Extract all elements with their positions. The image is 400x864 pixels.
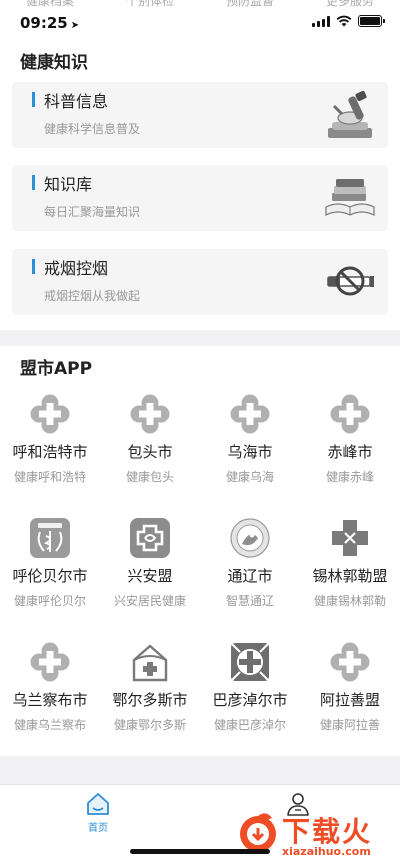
app-wuhai[interactable]: 乌海市 健康乌海 xyxy=(200,394,300,512)
card-subtitle: 戒烟控烟从我做起 xyxy=(44,289,141,303)
tab-home[interactable]: 首页 xyxy=(68,791,128,835)
app-subtitle: 健康阿拉善 xyxy=(319,718,380,732)
app-bayannur[interactable]: 巴彦淖尔市 健康巴彦淖尔 xyxy=(200,642,300,760)
ordos-house-icon xyxy=(132,644,168,682)
health-cross-icon xyxy=(330,394,370,434)
app-name: 包头市 xyxy=(127,443,173,461)
top-tab[interactable]: 更多服务 xyxy=(326,0,374,9)
accent-bar xyxy=(32,175,35,190)
app-xilingol[interactable]: 锡林郭勒盟 健康锡林郭勒 xyxy=(300,518,400,636)
app-subtitle: 健康呼伦贝尔 xyxy=(13,594,86,608)
card-title: 科普信息 xyxy=(44,92,109,111)
app-ulanqab[interactable]: 乌兰察布市 健康乌兰察布 xyxy=(0,642,100,760)
section-title: 健康知识 xyxy=(20,53,88,73)
watermark-text: 下载火 xyxy=(282,815,373,848)
bayannur-logo-icon xyxy=(230,642,270,682)
microscope-icon xyxy=(328,90,372,138)
app-subtitle: 健康乌兰察布 xyxy=(13,718,86,732)
top-tab[interactable]: 健康档案 xyxy=(26,0,74,9)
app-baotou[interactable]: 包头市 健康包头 xyxy=(100,394,200,512)
home-indicator xyxy=(130,849,270,854)
health-cross-icon xyxy=(230,394,270,434)
status-time: 09:25 ➤ xyxy=(20,14,80,32)
xingan-logo-icon xyxy=(130,518,170,558)
app-subtitle: 健康锡林郭勒 xyxy=(313,594,386,608)
card-title: 知识库 xyxy=(44,175,93,194)
battery-icon xyxy=(358,15,385,27)
app-name: 兴安盟 xyxy=(127,567,173,585)
system-icons xyxy=(312,15,385,27)
card-title: 戒烟控烟 xyxy=(44,259,109,278)
health-cross-icon xyxy=(30,642,70,682)
app-name: 锡林郭勒盟 xyxy=(312,567,388,585)
app-name: 乌海市 xyxy=(227,443,273,461)
card-science-info[interactable]: 科普信息 健康科学信息普及 xyxy=(12,82,388,148)
app-name: 鄂尔多斯市 xyxy=(112,691,188,709)
card-subtitle: 健康科学信息普及 xyxy=(44,122,141,136)
card-subtitle: 每日汇聚海量知识 xyxy=(44,205,141,219)
home-icon xyxy=(87,793,109,815)
books-icon xyxy=(325,179,375,216)
flame-logo-icon xyxy=(240,813,276,852)
app-subtitle: 健康鄂尔多斯 xyxy=(113,718,186,732)
app-subtitle: 健康巴彦淖尔 xyxy=(213,718,286,732)
app-subtitle: 健康包头 xyxy=(125,470,174,484)
app-name: 呼和浩特市 xyxy=(12,443,88,461)
app-name: 巴彦淖尔市 xyxy=(212,691,288,709)
status-bar: 健康档案 个别体检 预防监督 更多服务 09:25 ➤ xyxy=(0,0,400,44)
app-subtitle: 健康呼和浩特 xyxy=(13,470,86,484)
card-knowledge-base[interactable]: 知识库 每日汇聚海量知识 xyxy=(12,165,388,231)
health-knowledge-section: 健康知识 科普信息 健康科学信息普及 知识库 每日汇聚海量知识 戒烟控烟 戒烟控… xyxy=(0,44,400,330)
accent-bar xyxy=(32,92,35,107)
wifi-icon xyxy=(336,15,352,27)
health-cross-icon xyxy=(30,394,70,434)
app-name: 乌兰察布市 xyxy=(12,691,88,709)
app-hulunbuir[interactable]: 呼伦贝尔市 健康呼伦贝尔 xyxy=(0,518,100,636)
health-cross-icon xyxy=(330,642,370,682)
app-chifeng[interactable]: 赤峰市 健康赤峰 xyxy=(300,394,400,512)
top-tabs-partial: 健康档案 个别体检 预防监督 更多服务 xyxy=(0,0,400,9)
section-title: 盟市APP xyxy=(20,359,93,379)
watermark-url: xiazaihuo.com xyxy=(282,845,371,858)
app-tongliao[interactable]: 通辽市 智慧通辽 xyxy=(200,518,300,636)
card-quit-smoking[interactable]: 戒烟控烟 戒烟控烟从我做起 xyxy=(12,249,388,315)
top-tab[interactable]: 预防监督 xyxy=(226,0,274,9)
cellular-signal-icon xyxy=(312,15,330,27)
app-xingan[interactable]: 兴安盟 兴安居民健康 xyxy=(100,518,200,636)
app-subtitle: 智慧通辽 xyxy=(225,594,274,608)
app-name: 阿拉善盟 xyxy=(319,691,380,709)
tongliao-seal-icon xyxy=(230,518,270,558)
app-name: 呼伦贝尔市 xyxy=(12,567,88,585)
health-cross-icon xyxy=(130,394,170,434)
app-alxa[interactable]: 阿拉善盟 健康阿拉善 xyxy=(300,642,400,760)
city-apps-section: 盟市APP 呼和浩特市 健康呼和浩特 包头市 健康包头 乌海市 健康乌海 赤峰市… xyxy=(0,346,400,756)
app-hohhot[interactable]: 呼和浩特市 健康呼和浩特 xyxy=(0,394,100,512)
no-smoking-icon xyxy=(327,266,374,296)
app-name: 赤峰市 xyxy=(327,443,373,461)
app-subtitle: 健康赤峰 xyxy=(325,470,374,484)
top-tab[interactable]: 个别体检 xyxy=(126,0,174,9)
accent-bar xyxy=(32,259,35,274)
location-arrow-icon: ➤ xyxy=(70,20,80,31)
nhfpc-emblem-icon xyxy=(30,518,70,558)
app-name: 通辽市 xyxy=(227,567,273,585)
app-subtitle: 兴安居民健康 xyxy=(113,594,186,608)
xilingol-cross-icon xyxy=(332,520,368,556)
tab-label: 首页 xyxy=(88,823,108,834)
app-ordos[interactable]: 鄂尔多斯市 健康鄂尔多斯 xyxy=(100,642,200,760)
app-subtitle: 健康乌海 xyxy=(225,470,274,484)
